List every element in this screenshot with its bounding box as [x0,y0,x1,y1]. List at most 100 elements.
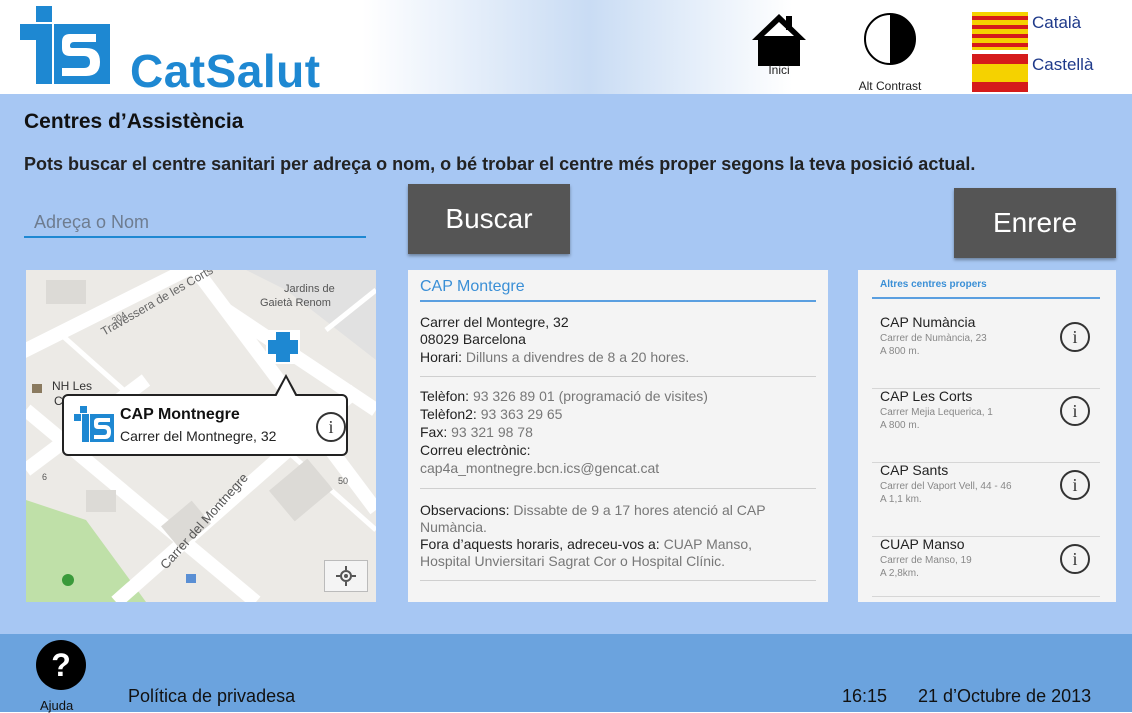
map-number-label: 6 [42,472,47,482]
email-label: Correu electrònic: [420,442,531,458]
transit-icon [186,574,196,583]
email-link[interactable]: cap4a_montnegre.bcn.ics@gencat.cat [420,460,659,476]
nearby-name: CAP Les Corts [880,388,973,404]
center-detail-card: CAP Montegre Carrer del Montegre, 32 080… [408,270,828,602]
search-button[interactable]: Buscar [408,184,570,254]
back-button[interactable]: Enrere [954,188,1116,258]
nearby-address: Carrer de Numància, 23 [880,333,987,344]
obs-label: Observacions: [420,502,510,518]
lang-catalan-label: Català [1032,13,1082,32]
clock-time: 16:15 [842,686,888,706]
hotel-icon [32,384,42,393]
divider [872,297,1100,299]
divider [420,300,816,302]
address-line: Carrer del Montegre, 32 [420,314,569,330]
map-place-label: NH Les [52,379,92,393]
telefon-label: Telèfon: [420,388,470,404]
nearby-item[interactable]: CAP Sants Carrer del Vaport Vell, 44 - 4… [858,456,1116,528]
divider [420,580,816,581]
search-input[interactable] [24,208,366,238]
fora-value: Hospital Unviersitari Sagrat Cor o Hospi… [420,553,725,569]
home-icon [752,14,806,66]
help-label: Ajuda [40,698,74,713]
page-subtitle: Pots buscar el centre sanitari per adreç… [24,154,976,174]
nearby-distance: A 2,8km. [880,568,919,579]
park-icon [62,574,74,586]
nearby-heading: Altres centres propers [880,279,987,290]
nearby-distance: A 1,1 km. [880,494,922,505]
fax-label: Fax: [420,424,448,440]
telefon2-label: Telèfon2: [420,406,477,422]
popup-title: CAP Montnegre [120,406,240,423]
crosshair-icon [336,566,356,586]
fora-value: CUAP Manso, [663,536,753,552]
fax-row: Fax: 93 321 98 78 [420,424,533,440]
nearby-name: CAP Sants [880,462,949,478]
obs-value: Numància. [420,519,487,535]
nearby-distance: A 800 m. [880,420,920,431]
main-panel: Centres d’Assistència Pots buscar el cen… [0,94,1132,634]
obs-row-2: Numància. [420,519,487,535]
logo-text: CatSalut [130,45,321,97]
info-icon[interactable]: i [1060,470,1090,500]
fora-label: Fora d’aquests horaris, adreceu-vos a: [420,536,660,552]
nearby-item[interactable]: CAP Les Corts Carrer Mejia Lequerica, 1 … [858,382,1116,454]
spanish-flag-icon [972,54,1028,92]
nearby-item[interactable]: CUAP Manso Carrer de Manso, 19 A 2,8km. … [858,530,1116,602]
horari-value: Dilluns a divendres de 8 a 20 hores. [465,349,690,365]
nearby-name: CAP Numància [880,314,976,330]
popup-address: Carrer del Montnegre, 32 [120,428,277,444]
map-number-label: 50 [338,476,348,486]
horari-label: Horari: [420,349,463,365]
my-location-button[interactable] [324,560,368,592]
clock-date: 21 d’Octubre de 2013 [918,686,1092,706]
catsalut-logo-icon [20,6,110,84]
fora-row-2: Hospital Unviersitari Sagrat Cor o Hospi… [420,553,725,569]
divider [420,376,816,377]
telefon2-value: 93 363 29 65 [480,406,563,422]
fora-row: Fora d’aquests horaris, adreceu-vos a: C… [420,536,752,552]
lang-spanish-label: Castellà [1032,55,1094,74]
privacy-link[interactable]: Política de privadesa [128,686,295,707]
divider [420,488,816,489]
info-icon[interactable]: i [1060,322,1090,352]
lang-spanish-button[interactable]: Castellà [972,52,1132,92]
telefon-value: 93 326 89 01 (programació de visites) [472,388,708,404]
popup-pointer-fill [276,378,296,397]
fax-value: 93 321 98 78 [451,424,533,440]
contrast-button[interactable]: Alt Contrast [846,8,934,93]
info-icon[interactable]: i [316,412,346,442]
map-place-label: Jardins de [284,283,335,295]
obs-row: Observacions: Dissabte de 9 a 17 hores a… [420,502,766,518]
nearby-address: Carrer Mejia Lequerica, 1 [880,407,993,418]
info-icon[interactable]: i [1060,544,1090,574]
contrast-icon [864,13,916,65]
footer: ? Ajuda Política de privadesa 16:15 21 d… [0,634,1132,713]
map-view[interactable]: Travessera de les Corts 304 Jardins de G… [26,270,376,602]
lang-catalan-button[interactable]: Català [972,10,1132,50]
home-button[interactable]: Inici [750,8,808,77]
help-icon[interactable]: ? [36,640,86,690]
email-value[interactable]: cap4a_montnegre.bcn.ics@gencat.cat [420,460,659,476]
map-marker-icon[interactable] [266,330,300,364]
info-icon[interactable]: i [1060,396,1090,426]
divider [872,596,1100,597]
nearby-address: Carrer de Manso, 19 [880,555,972,566]
catsalut-logo: CatSalut [20,6,360,97]
telefon-row: Telèfon: 93 326 89 01 (programació de vi… [420,388,708,404]
nearby-centers-panel: Altres centres propers CAP Numància Carr… [858,270,1116,602]
catalan-flag-icon [972,12,1028,50]
map-popup[interactable]: CAP Montnegre Carrer del Montnegre, 32 i [62,374,348,456]
catsalut-logo-icon [74,406,114,442]
postal-line: 08029 Barcelona [420,331,526,347]
telefon2-row: Telèfon2: 93 363 29 65 [420,406,562,422]
nearby-distance: A 800 m. [880,346,920,357]
contrast-label: Alt Contrast [858,79,922,93]
map-place-label: Gaietà Renom [260,297,331,309]
nearby-item[interactable]: CAP Numància Carrer de Numància, 23 A 80… [858,308,1116,380]
page-title: Centres d’Assistència [24,110,244,133]
nearby-address: Carrer del Vaport Vell, 44 - 46 [880,481,1012,492]
obs-value: Dissabte de 9 a 17 hores atenció al CAP [513,502,766,518]
center-title: CAP Montegre [420,278,525,295]
horari-row: Horari: Dilluns a divendres de 8 a 20 ho… [420,349,689,365]
